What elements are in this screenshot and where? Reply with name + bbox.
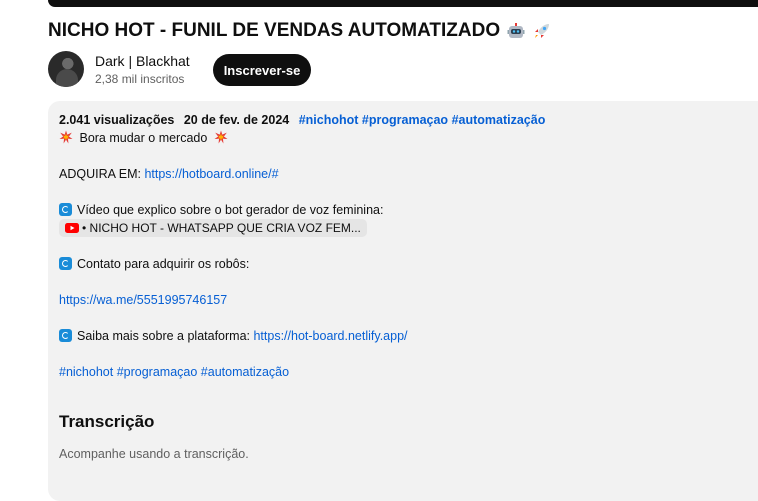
cyan-c-icon (59, 257, 72, 270)
robot-emoji-icon (507, 23, 525, 38)
tag-programacao[interactable]: #programaçao (117, 365, 198, 379)
whatsapp-link[interactable]: https://wa.me/5551995746157 (59, 293, 227, 307)
description-line-video: Vídeo que explico sobre o bot gerador de… (59, 201, 383, 219)
youtube-icon (65, 223, 79, 233)
video-title: NICHO HOT - FUNIL DE VENDAS AUTOMATIZADO (48, 18, 552, 44)
tag-automatizacao[interactable]: #automatização (201, 365, 289, 379)
linked-video-chip[interactable]: • NICHO HOT - WHATSAPP QUE CRIA VOZ FEM.… (59, 219, 367, 237)
cyan-c-icon (59, 329, 72, 342)
bora-text: Bora mudar o mercado (79, 131, 208, 145)
view-count: 2.041 visualizações (59, 113, 175, 127)
linked-video-title: • NICHO HOT - WHATSAPP QUE CRIA VOZ FEM.… (82, 221, 361, 235)
description-line-whatsapp: https://wa.me/5551995746157 (59, 291, 227, 309)
hotboard-link[interactable]: https://hotboard.online/# (144, 167, 278, 181)
subscriber-count: 2,38 mil inscritos (95, 72, 185, 86)
rocket-emoji-icon (535, 24, 550, 38)
video-player-bottom-edge (48, 0, 758, 7)
channel-info: Dark | Blackhat 2,38 mil inscritos (48, 50, 190, 88)
meta-tag-programacao[interactable]: #programaçao (362, 113, 448, 127)
tag-nichohot[interactable]: #nichohot (59, 365, 113, 379)
meta-tag-automatizacao[interactable]: #automatização (452, 113, 546, 127)
description-line-saiba: Saiba mais sobre a plataforma: https://h… (59, 327, 408, 345)
channel-text: Dark | Blackhat 2,38 mil inscritos (95, 51, 190, 87)
adquira-label: ADQUIRA EM: (59, 167, 145, 181)
description-line-adquira: ADQUIRA EM: https://hotboard.online/# (59, 165, 279, 183)
transcript-heading: Transcrição (59, 412, 155, 431)
netlify-link[interactable]: https://hot-board.netlify.app/ (253, 329, 407, 343)
description-line-bora: Bora mudar o mercado (59, 129, 228, 147)
collision-emoji-icon (59, 130, 73, 144)
subscribe-button[interactable]: Inscrever-se (213, 54, 311, 86)
meta-tag-nichohot[interactable]: #nichohot (299, 113, 359, 127)
collision-emoji-icon (214, 130, 228, 144)
cyan-c-icon (59, 203, 72, 216)
description-meta: 2.041 visualizações 20 de fev. de 2024 #… (59, 111, 545, 129)
description-line-chip: • NICHO HOT - WHATSAPP QUE CRIA VOZ FEM.… (59, 219, 367, 238)
transcript-subtitle: Acompanhe usando a transcrição. (59, 447, 249, 461)
description-box[interactable]: 2.041 visualizações 20 de fev. de 2024 #… (48, 101, 758, 501)
channel-name[interactable]: Dark | Blackhat (95, 51, 190, 71)
contato-text: Contato para adquirir os robôs: (77, 257, 250, 271)
video-title-text: NICHO HOT - FUNIL DE VENDAS AUTOMATIZADO (48, 20, 501, 41)
upload-date: 20 de fev. de 2024 (183, 113, 290, 127)
channel-avatar[interactable] (48, 51, 84, 87)
description-line-contato: Contato para adquirir os robôs: (59, 255, 249, 273)
saiba-label: Saiba mais sobre a plataforma: (77, 329, 254, 343)
description-line-tags: #nichohot #programaçao #automatização (59, 363, 289, 381)
video-explain-text: Vídeo que explico sobre o bot gerador de… (77, 203, 384, 217)
